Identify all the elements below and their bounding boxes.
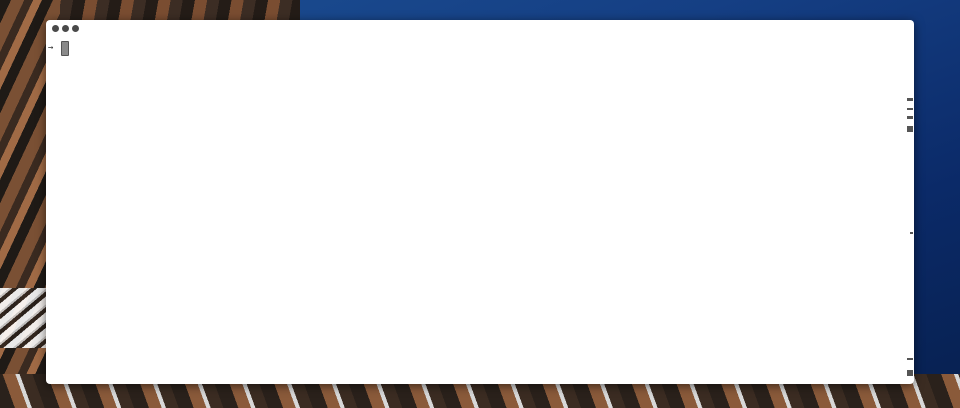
prompt-line[interactable]: → <box>48 40 70 56</box>
scroll-marker <box>907 98 913 101</box>
scroll-marker <box>907 126 913 132</box>
prompt-arrow-icon: → <box>48 42 54 53</box>
wallpaper-streak <box>0 288 48 348</box>
terminal-window[interactable]: → <box>46 20 914 384</box>
scroll-marker <box>907 358 913 360</box>
terminal-content[interactable]: → <box>46 36 904 384</box>
scroll-marker <box>907 116 913 119</box>
close-dot-icon[interactable] <box>52 25 59 32</box>
terminal-scrollbar[interactable] <box>904 36 914 384</box>
desktop: → <box>0 0 960 408</box>
window-titlebar[interactable] <box>46 20 914 36</box>
scroll-marker <box>910 232 913 234</box>
scroll-marker <box>907 108 913 110</box>
scroll-marker <box>907 370 913 376</box>
minimize-dot-icon[interactable] <box>62 25 69 32</box>
text-cursor <box>61 40 70 56</box>
zoom-dot-icon[interactable] <box>72 25 79 32</box>
